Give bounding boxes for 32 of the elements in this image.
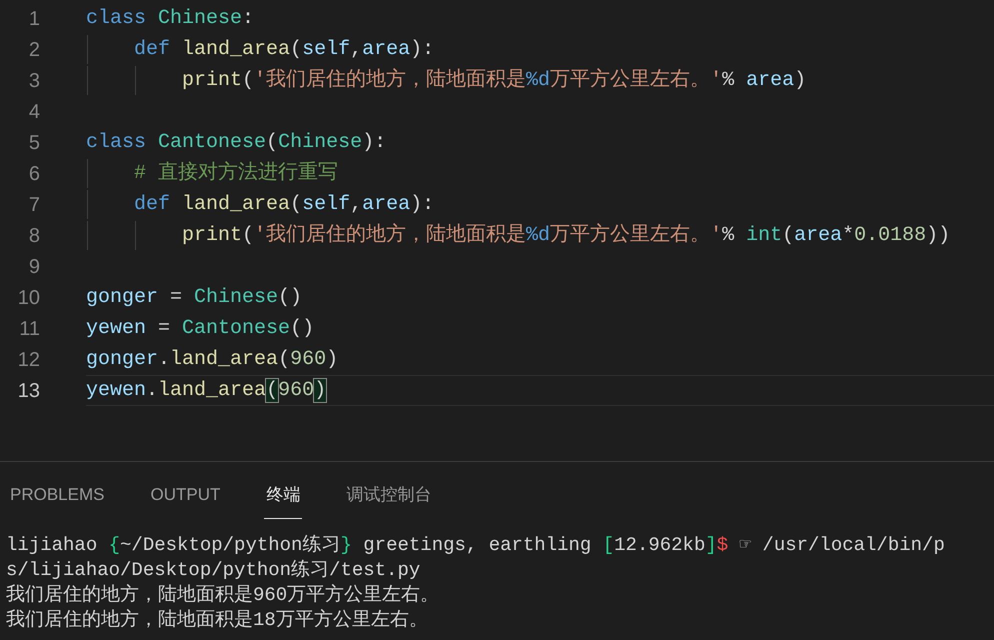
terminal-line: 我们居住的地方，陆地面积是960万平方公里左右。 [6,582,440,608]
panel-tab[interactable]: OUTPUT [148,482,222,518]
line-number: 12 [16,348,40,372]
line-number: 3 [28,68,40,94]
code-line: gonger = Chinese() [86,284,302,310]
code-line: def land_area(self,area): [133,192,434,218]
line-number: 10 [16,286,40,310]
code-line: print('我们居住的地方，陆地面积是%d万平方公里左右。'% area) [181,67,806,94]
line-number: 1 [28,6,40,32]
code-line: print('我们居住的地方，陆地面积是%d万平方公里左右。'% int(area*0.0188)) [181,222,950,248]
code-line: def land_area(self,area): [133,36,434,62]
line-number: 2 [28,38,40,62]
line-number: 6 [28,162,40,186]
terminal-line: s/lijiahao/Desktop/python练习/test.py [6,558,420,582]
line-number: 9 [28,254,40,280]
code-line: yewen.land_area(960) [86,378,326,404]
line-number: 5 [28,130,40,156]
terminal-line: 我们居住的地方，陆地面积是18万平方公里左右。 [6,608,428,632]
line-number: 7 [28,192,40,218]
panel-tab[interactable]: 调试控制台 [344,482,434,518]
line-number: 8 [28,224,40,248]
code-line: class Chinese: [86,6,254,32]
code-line: yewen = Cantonese() [86,316,314,342]
line-number: 11 [18,316,40,342]
terminal-line: lijiahao {~/Desktop/python练习} greetings, earthling [12.962kb]$ ☞ /usr/local/bin/p [6,532,945,558]
code-line: # 直接对方法进行重写 [133,160,338,186]
line-number: 4 [28,100,40,124]
code-line: gonger.land_area(960) [86,346,338,372]
panel-tab[interactable]: PROBLEMS [8,482,106,518]
code-line: class Cantonese(Chinese): [86,130,386,156]
line-number: 13 [16,378,40,404]
panel-tab[interactable]: 终端 [264,482,302,518]
